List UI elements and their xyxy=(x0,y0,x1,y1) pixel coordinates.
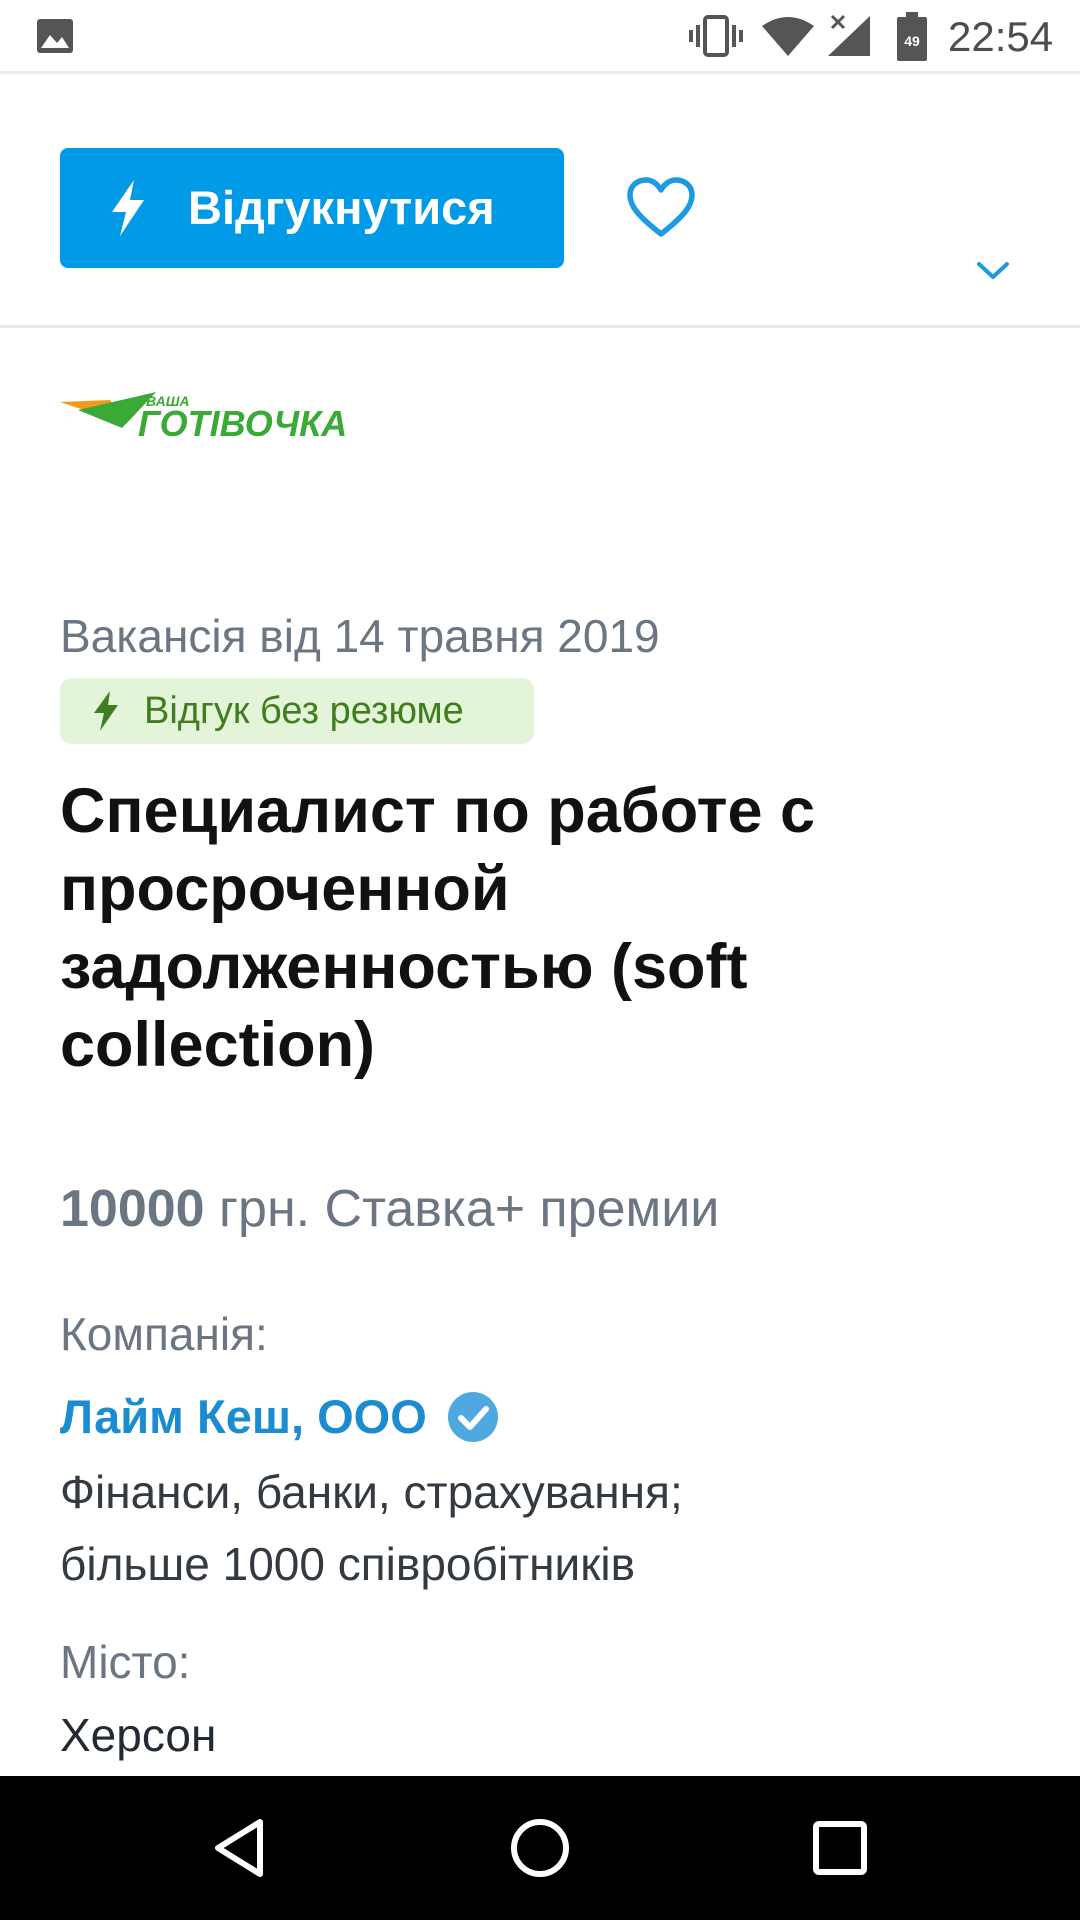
status-time: 22:54 xyxy=(948,13,1054,60)
navigation-bar xyxy=(0,1776,1080,1920)
company-name[interactable]: Лайм Кеш, ООО xyxy=(60,1387,427,1447)
salary: 10000 грн. Ставка+ премии xyxy=(60,1178,1040,1240)
logo-main-text: ГОТІВОЧКА xyxy=(138,403,347,440)
company-info: Фінанси, банки, страхування; більше 1000… xyxy=(60,1456,1040,1600)
no-resume-badge: Відгук без резюме xyxy=(60,678,534,744)
no-resume-badge-label: Відгук без резюме xyxy=(144,690,464,732)
company-size: більше 1000 співробітників xyxy=(60,1538,635,1590)
recents-icon[interactable] xyxy=(804,1812,876,1884)
job-title: Специалист по работе с просроченной задо… xyxy=(60,776,816,1080)
screen: 49 22:54 Відгукнутися ВАША ГОТІВОЧКА Вак… xyxy=(0,0,1080,1920)
lightning-icon xyxy=(94,691,118,731)
favorite-button[interactable] xyxy=(626,176,696,240)
battery-level: 49 xyxy=(904,33,920,49)
wifi-icon xyxy=(762,17,814,56)
company-industry: Фінанси, банки, страхування; xyxy=(60,1466,683,1518)
status-bar: 49 22:54 xyxy=(0,0,1080,74)
action-bar: Відгукнутися xyxy=(0,84,1080,328)
chevron-down-icon xyxy=(977,262,1009,279)
gallery-icon xyxy=(37,19,73,53)
heart-icon xyxy=(627,177,695,237)
vibrate-icon xyxy=(689,15,743,57)
posted-date: Вакансія від 14 травня 2019 xyxy=(60,610,660,662)
city-label: Місто: xyxy=(60,1636,191,1688)
verified-badge-icon xyxy=(447,1392,498,1442)
respond-button-label: Відгукнутися xyxy=(188,181,495,234)
salary-details: грн. Ставка+ премии xyxy=(204,1180,720,1238)
company-link[interactable]: Лайм Кеш, ООО xyxy=(60,1386,499,1448)
battery-icon: 49 xyxy=(897,12,927,61)
company-logo: ВАША ГОТІВОЧКА xyxy=(60,392,347,440)
home-icon[interactable] xyxy=(504,1812,576,1884)
company-label: Компанія: xyxy=(60,1308,268,1360)
signal-icon xyxy=(828,14,870,56)
salary-amount: 10000 xyxy=(60,1180,205,1238)
expand-button[interactable] xyxy=(970,262,1014,318)
lightning-icon xyxy=(112,180,144,236)
respond-button[interactable]: Відгукнутися xyxy=(60,148,564,268)
back-icon[interactable] xyxy=(204,1812,276,1884)
city-value: Херсон xyxy=(60,1709,217,1761)
